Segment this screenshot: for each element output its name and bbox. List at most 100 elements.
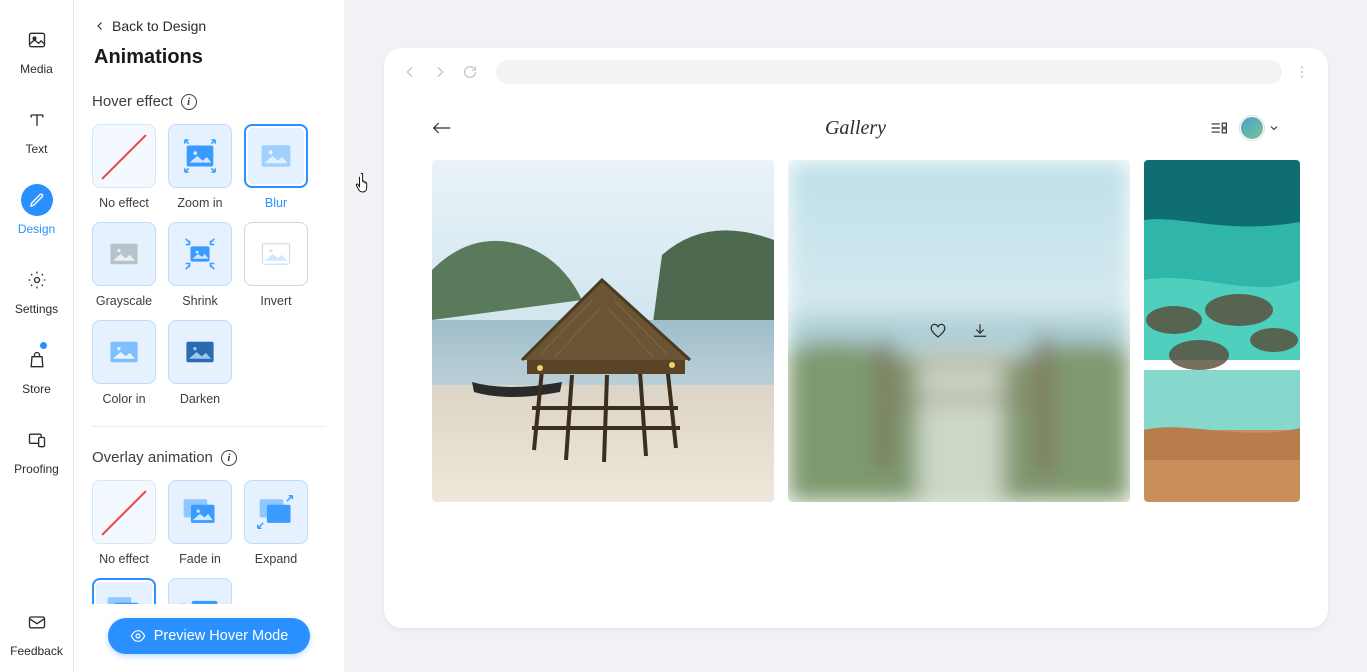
gallery-image-1[interactable] [432, 160, 774, 502]
option-label: Color in [102, 392, 145, 406]
nav-media[interactable]: Media [0, 24, 73, 76]
nav-store[interactable]: Store [0, 344, 73, 396]
hover-option-shrink[interactable]: Shrink [168, 222, 232, 308]
browser-reload-icon[interactable] [460, 62, 480, 82]
back-to-design[interactable]: Back to Design [94, 18, 326, 34]
overlay-tile [92, 578, 156, 604]
envelope-icon [21, 606, 53, 638]
hover-option-darken[interactable]: Darken [168, 320, 232, 406]
overlay-animation-label: Overlay animation [92, 449, 213, 466]
option-label: Darken [180, 392, 220, 406]
eye-icon [130, 628, 146, 644]
pencil-icon [21, 184, 53, 216]
option-label: Expand [255, 552, 297, 566]
overlay-option-no-effect[interactable]: No effect [92, 480, 156, 566]
option-label: Zoom in [177, 196, 222, 210]
nav-rail: Media Text Design Settings Store [0, 0, 74, 672]
gallery-image-2-hovered[interactable] [788, 160, 1130, 502]
zoom-in-tile [168, 124, 232, 188]
button-label: Preview Hover Mode [154, 628, 289, 644]
heart-icon[interactable] [929, 322, 947, 340]
shrink-tile [168, 222, 232, 286]
preview-browser-bar [384, 48, 1328, 96]
option-label: Fade in [179, 552, 221, 566]
preview-content: Gallery [384, 96, 1328, 628]
overlay-option-fade-in[interactable]: Fade in [168, 480, 232, 566]
invert-tile [244, 222, 308, 286]
user-menu[interactable] [1240, 116, 1280, 140]
bag-icon [21, 344, 53, 376]
option-label: No effect [99, 196, 149, 210]
back-label: Back to Design [112, 18, 206, 34]
nav-feedback[interactable]: Feedback [0, 606, 73, 658]
option-label: Shrink [182, 294, 217, 308]
gallery-topbar: Gallery [432, 96, 1280, 160]
color-in-tile [92, 320, 156, 384]
browser-back-icon[interactable] [400, 62, 420, 82]
browser-url-bar[interactable] [496, 60, 1282, 84]
layout-toggle-icon[interactable] [1210, 121, 1228, 135]
fade-in-tile [168, 480, 232, 544]
hover-effect-section: Hover effect i [92, 93, 326, 110]
nav-text[interactable]: Text [0, 104, 73, 156]
no-effect-tile [92, 480, 156, 544]
text-icon [21, 104, 53, 136]
gallery-row [432, 160, 1280, 502]
download-icon[interactable] [971, 322, 989, 340]
hover-option-no-effect[interactable]: No effect [92, 124, 156, 210]
image-overlay [929, 322, 989, 340]
darken-tile [168, 320, 232, 384]
no-effect-tile [92, 124, 156, 188]
nav-label: Text [25, 142, 47, 156]
avatar [1240, 116, 1264, 140]
browser-menu-icon[interactable] [1292, 62, 1312, 82]
nav-label: Feedback [10, 644, 63, 658]
hover-option-zoom-in[interactable]: Zoom in [168, 124, 232, 210]
nav-settings[interactable]: Settings [0, 264, 73, 316]
nav-proofing[interactable]: Proofing [0, 424, 73, 476]
animations-panel: Back to Design Animations Hover effect i… [74, 0, 344, 672]
option-label: Blur [265, 196, 287, 210]
hover-option-color-in[interactable]: Color in [92, 320, 156, 406]
panel-title: Animations [94, 46, 326, 69]
gallery-title: Gallery [825, 117, 886, 140]
canvas-area: Gallery [344, 0, 1367, 672]
hover-option-grayscale[interactable]: Grayscale [92, 222, 156, 308]
expand-tile [244, 480, 308, 544]
blur-tile [244, 124, 308, 188]
hover-option-invert[interactable]: Invert [244, 222, 308, 308]
overlay-animation-section: Overlay animation i [92, 449, 326, 466]
hover-effect-grid: No effect Zoom in Blur [92, 124, 326, 406]
chevron-left-icon [94, 20, 106, 32]
devices-icon [21, 424, 53, 456]
nav-label: Settings [15, 302, 58, 316]
hover-option-blur[interactable]: Blur [244, 124, 308, 210]
notification-dot [40, 342, 47, 349]
overlay-option-row2-b[interactable] [168, 578, 232, 604]
nav-label: Store [22, 382, 51, 396]
hover-effect-label: Hover effect [92, 93, 173, 110]
option-label: Grayscale [96, 294, 152, 308]
gallery-image-3[interactable] [1144, 160, 1300, 502]
gear-icon [21, 264, 53, 296]
info-icon[interactable]: i [181, 94, 197, 110]
image-icon [21, 24, 53, 56]
nav-label: Design [18, 222, 55, 236]
browser-forward-icon[interactable] [430, 62, 450, 82]
gallery-back-icon[interactable] [432, 121, 452, 135]
preview-hover-mode-button[interactable]: Preview Hover Mode [108, 618, 311, 654]
info-icon[interactable]: i [221, 450, 237, 466]
preview-browser: Gallery [384, 48, 1328, 628]
nav-label: Proofing [14, 462, 59, 476]
nav-label: Media [20, 62, 53, 76]
divider [92, 426, 326, 427]
grayscale-tile [92, 222, 156, 286]
overlay-option-expand[interactable]: Expand [244, 480, 308, 566]
chevron-down-icon [1268, 122, 1280, 134]
option-label: Invert [260, 294, 291, 308]
option-label: No effect [99, 552, 149, 566]
overlay-animation-grid: No effect Fade in Expand [92, 480, 326, 604]
overlay-option-row2-a[interactable] [92, 578, 156, 604]
nav-design[interactable]: Design [0, 184, 73, 236]
overlay-slide-tile [168, 578, 232, 604]
